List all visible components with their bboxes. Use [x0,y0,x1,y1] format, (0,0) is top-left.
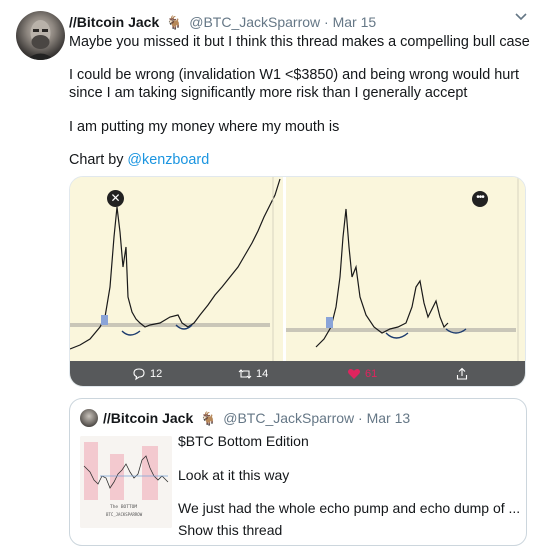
goat-emoji-icon: 🐐 [166,15,183,30]
thumb-caption-2: BTC_JACKSPARROW [106,512,143,517]
tweet-text-line: Maybe you missed it but I think this thr… [69,34,530,50]
like-count: 61 [365,368,378,380]
media-action-bar: 12 14 61 [70,361,525,386]
close-icon[interactable]: ✕ [107,190,124,207]
tweet-date[interactable]: Mar 15 [333,14,377,30]
media-viewer[interactable]: ✕ ••• 12 14 61 [69,176,526,387]
quoted-thumbnail: The BOTTOM BTC_JACKSPARROW [80,436,172,528]
reply-button[interactable]: 12 [132,367,162,381]
show-thread-link[interactable]: Show this thread [178,521,282,539]
author-handle[interactable]: @BTC_JackSparrow [189,14,320,30]
quoted-tweet[interactable]: //Bitcoin Jack 🐐 @BTC_JackSparrow · Mar … [69,398,527,546]
date-separator: · [358,410,363,426]
retweet-icon [238,369,252,379]
reply-icon [133,368,145,381]
retweet-button[interactable]: 14 [238,367,268,381]
tweet-header: //Bitcoin Jack 🐐 @BTC_JackSparrow · Mar … [69,13,376,32]
avatar[interactable] [16,11,65,60]
tweet-text-line: I could be wrong (invalidation W1 <$3850… [69,67,519,83]
author-name[interactable]: //Bitcoin Jack [69,14,159,30]
tweet-text-line: I am putting my money where my mouth is [69,119,340,135]
goat-emoji-icon: 🐐 [200,411,217,426]
share-icon [456,367,468,380]
quoted-line-2: We just had the whole echo pump and echo… [178,500,521,516]
chart-credit-prefix: Chart by [69,152,128,168]
share-button[interactable] [455,367,469,381]
tweet-text-line: since I am taking significantly more ris… [69,85,468,101]
tweet[interactable]: //Bitcoin Jack 🐐 @BTC_JackSparrow · Mar … [0,0,546,555]
quoted-avatar [80,409,98,427]
quoted-header: //Bitcoin Jack 🐐 @BTC_JackSparrow · Mar … [103,409,410,428]
thumb-caption-1: The BOTTOM [110,504,137,510]
quoted-title: $BTC Bottom Edition [178,433,309,449]
chevron-down-icon[interactable] [513,9,529,25]
reply-count: 12 [150,368,163,380]
like-button[interactable]: 61 [347,367,377,381]
kenzboard-link[interactable]: @kenzboard [127,152,209,168]
date-separator: · [324,14,329,30]
chart-image-left[interactable] [70,177,283,361]
chart-credit: Chart by @kenzboard [69,151,209,169]
chart-image-right[interactable] [286,177,525,361]
retweet-count: 14 [256,368,269,380]
quoted-handle: @BTC_JackSparrow [223,410,355,426]
more-options-icon[interactable]: ••• [472,191,488,207]
quoted-author-name: //Bitcoin Jack [103,410,194,426]
quoted-date: Mar 13 [366,410,411,426]
quoted-line-1: Look at it this way [178,467,290,483]
heart-icon [347,369,361,379]
